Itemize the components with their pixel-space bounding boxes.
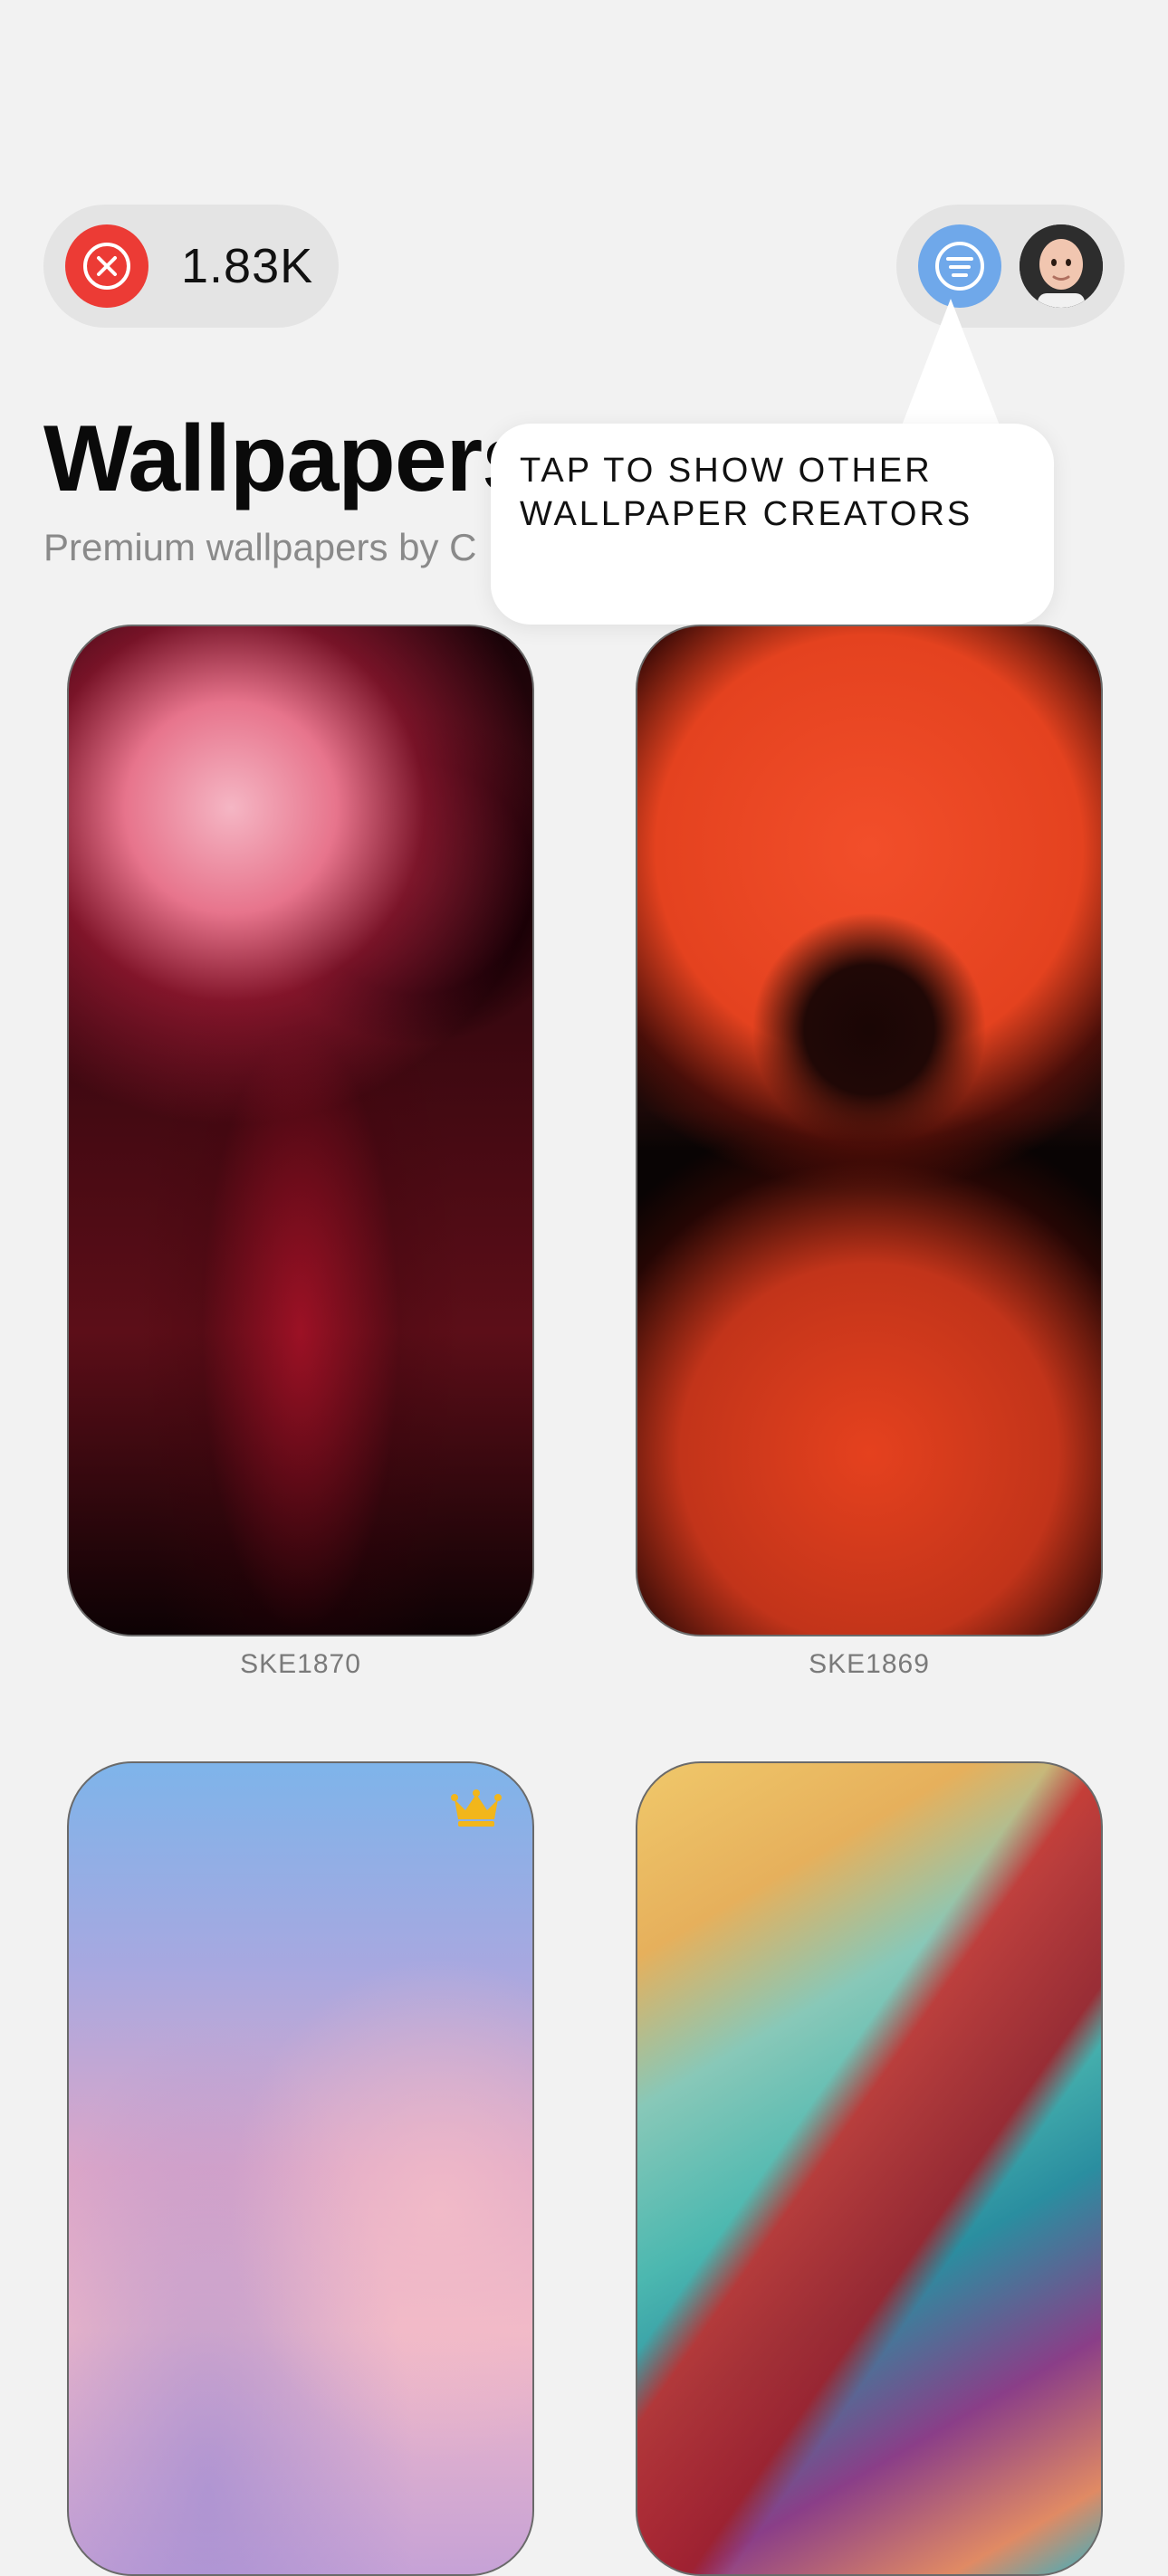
count-label: 1.83K — [181, 239, 314, 293]
tooltip-arrow — [902, 299, 1000, 425]
close-button[interactable] — [65, 224, 148, 308]
close-x-circle-icon — [83, 243, 130, 290]
avatar[interactable] — [1020, 224, 1103, 308]
filter-lines-icon — [935, 242, 984, 291]
avatar-face-icon — [1020, 224, 1103, 308]
page-subtitle: Premium wallpapers by C — [43, 526, 477, 568]
filter-button[interactable] — [918, 224, 1001, 308]
tooltip-bubble[interactable]: TAP TO SHOW OTHER WALLPAPER CREATORS — [491, 424, 1054, 625]
page-title: Wallpapers — [43, 406, 534, 511]
wallpaper-label-1: SKE1870 — [240, 1649, 361, 1679]
tooltip-text: TAP TO SHOW OTHER WALLPAPER CREATORS — [520, 452, 973, 533]
wallpaper-label-2: SKE1869 — [809, 1649, 930, 1679]
wallpaper-card-3[interactable] — [67, 1761, 534, 2576]
stats-pill: 1.83K — [43, 205, 339, 328]
wallpaper-card-2[interactable] — [636, 625, 1103, 1636]
wallpaper-card-4[interactable] — [636, 1761, 1103, 2576]
crown-icon — [451, 1789, 502, 1827]
wallpaper-card-1[interactable] — [67, 625, 534, 1636]
